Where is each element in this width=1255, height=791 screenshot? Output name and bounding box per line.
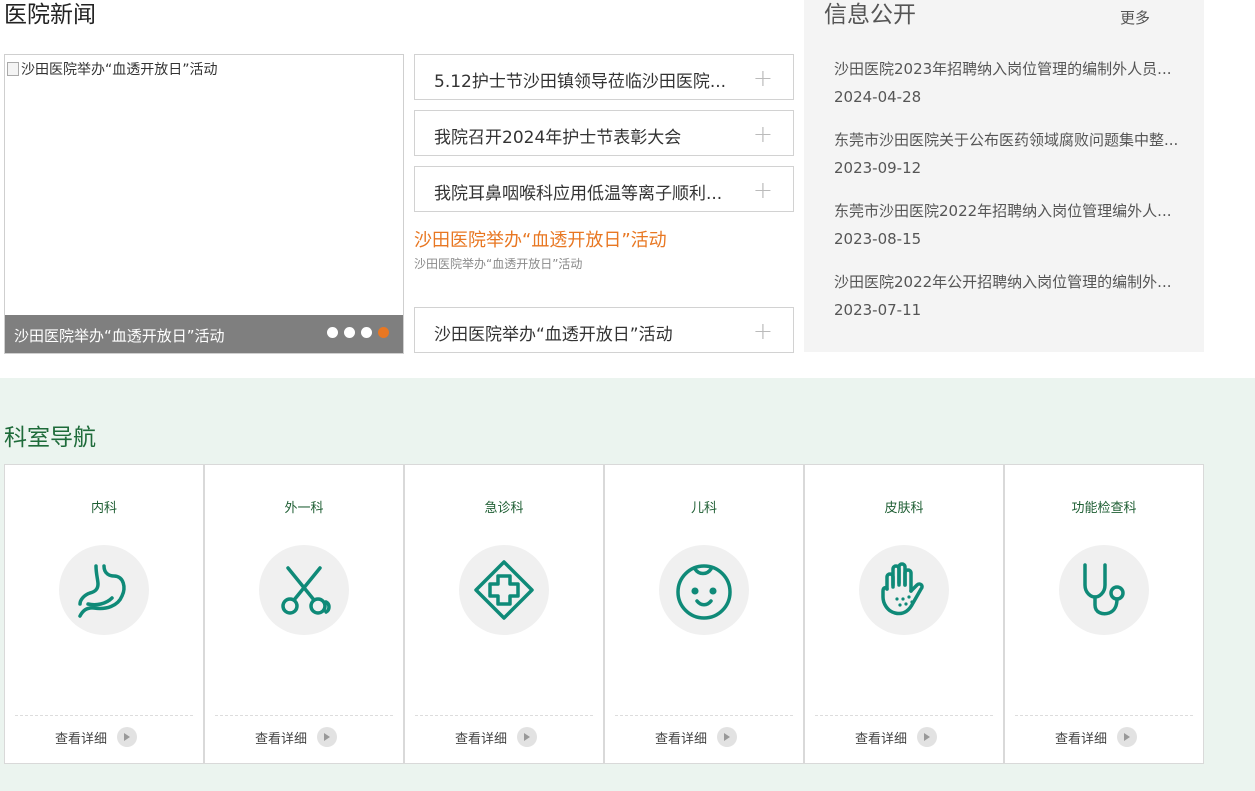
carousel-dot[interactable] <box>327 327 338 338</box>
featured-news-summary: 沙田医院举办“血透开放日”活动 <box>414 257 583 271</box>
department-name[interactable]: 功能检查科 <box>1005 497 1203 516</box>
department-card-dermatology[interactable]: 皮肤科 查看详细 <box>804 464 1004 764</box>
info-item-date: 2023-08-15 <box>834 230 922 248</box>
baby-face-icon[interactable] <box>659 545 749 635</box>
carousel-image-alt: 沙田医院举办“血透开放日”活动 <box>21 62 218 78</box>
card-divider <box>815 715 993 716</box>
info-panel-title: 信息公开 <box>824 2 916 28</box>
play-arrow-icon[interactable] <box>1117 727 1138 747</box>
department-nav-section: 科室导航 内科 查看详细 外一科 查看详细 急诊科 查看详细 儿科 查看详细 皮… <box>0 378 1255 791</box>
plus-icon[interactable]: + <box>753 178 773 202</box>
play-arrow-icon[interactable] <box>717 727 738 747</box>
broken-image-icon <box>7 62 19 76</box>
view-details-label[interactable]: 查看详细 <box>855 728 907 747</box>
view-details-link[interactable]: 查看详细 <box>55 727 138 747</box>
info-list-item[interactable]: 东莞市沙田医院2022年招聘纳入岗位管理编外人... 2023-08-15 <box>834 200 1198 248</box>
view-details-label[interactable]: 查看详细 <box>455 728 507 747</box>
department-name[interactable]: 外一科 <box>205 497 403 516</box>
news-item-title[interactable]: 沙田医院举办“血透开放日”活动 <box>434 320 673 345</box>
info-item-date: 2024-04-28 <box>834 88 922 106</box>
view-details-link[interactable]: 查看详细 <box>655 727 738 747</box>
department-card-internal[interactable]: 内科 查看详细 <box>4 464 204 764</box>
department-card-pediatrics[interactable]: 儿科 查看详细 <box>604 464 804 764</box>
info-item-title[interactable]: 沙田医院2023年招聘纳入岗位管理的编制外人员... <box>834 58 1198 79</box>
card-divider <box>15 715 193 716</box>
view-details-link[interactable]: 查看详细 <box>255 727 338 747</box>
carousel-image[interactable]: 沙田医院举办“血透开放日”活动 <box>7 59 218 79</box>
featured-news-title[interactable]: 沙田医院举办“血透开放日”活动 <box>414 226 667 252</box>
info-more-link[interactable]: 更多 <box>1120 7 1150 28</box>
stethoscope-icon[interactable] <box>1059 545 1149 635</box>
play-arrow-icon[interactable] <box>517 727 538 747</box>
news-carousel[interactable]: 沙田医院举办“血透开放日”活动 沙田医院举办“血透开放日”活动 <box>4 54 404 354</box>
view-details-label[interactable]: 查看详细 <box>655 728 707 747</box>
news-item-title[interactable]: 我院耳鼻咽喉科应用低温等离子顺利... <box>434 179 722 204</box>
carousel-dot-active[interactable] <box>378 327 389 338</box>
news-list-item[interactable]: 沙田医院举办“血透开放日”活动 + <box>414 307 794 353</box>
hand-skin-icon[interactable] <box>859 545 949 635</box>
info-list-item[interactable]: 东莞市沙田医院关于公布医药领域腐败问题集中整... 2023-09-12 <box>834 129 1198 177</box>
scissors-icon[interactable] <box>259 545 349 635</box>
view-details-link[interactable]: 查看详细 <box>855 727 938 747</box>
department-card-emergency[interactable]: 急诊科 查看详细 <box>404 464 604 764</box>
stomach-icon[interactable] <box>59 545 149 635</box>
news-list-item[interactable]: 我院耳鼻咽喉科应用低温等离子顺利... + <box>414 166 794 212</box>
play-arrow-icon[interactable] <box>917 727 938 747</box>
news-list-item[interactable]: 5.12护士节沙田镇领导莅临沙田医院... + <box>414 54 794 100</box>
view-details-label[interactable]: 查看详细 <box>255 728 307 747</box>
info-item-title[interactable]: 东莞市沙田医院2022年招聘纳入岗位管理编外人... <box>834 200 1198 221</box>
carousel-dot[interactable] <box>344 327 355 338</box>
play-arrow-icon[interactable] <box>317 727 338 747</box>
view-details-label[interactable]: 查看详细 <box>55 728 107 747</box>
view-details-link[interactable]: 查看详细 <box>455 727 538 747</box>
info-item-title[interactable]: 东莞市沙田医院关于公布医药领域腐败问题集中整... <box>834 129 1198 150</box>
department-name[interactable]: 儿科 <box>605 497 803 516</box>
carousel-dots <box>327 327 389 338</box>
news-item-title[interactable]: 5.12护士节沙田镇领导莅临沙田医院... <box>434 67 726 92</box>
department-name[interactable]: 皮肤科 <box>805 497 1003 516</box>
card-divider <box>1015 715 1193 716</box>
card-divider <box>215 715 393 716</box>
play-arrow-icon[interactable] <box>117 727 138 747</box>
card-divider <box>615 715 793 716</box>
plus-icon[interactable]: + <box>753 66 773 90</box>
carousel-caption-bar: 沙田医院举办“血透开放日”活动 <box>5 315 403 353</box>
carousel-dot[interactable] <box>361 327 372 338</box>
info-item-title[interactable]: 沙田医院2022年公开招聘纳入岗位管理的编制外... <box>834 271 1198 292</box>
department-nav-title: 科室导航 <box>4 425 96 451</box>
news-item-title[interactable]: 我院召开2024年护士节表彰大会 <box>434 123 681 148</box>
view-details-label[interactable]: 查看详细 <box>1055 728 1107 747</box>
plus-icon[interactable]: + <box>753 122 773 146</box>
department-card-function-test[interactable]: 功能检查科 查看详细 <box>1004 464 1204 764</box>
card-divider <box>415 715 593 716</box>
info-list-item[interactable]: 沙田医院2022年公开招聘纳入岗位管理的编制外... 2023-07-11 <box>834 271 1198 319</box>
view-details-link[interactable]: 查看详细 <box>1055 727 1138 747</box>
medical-cross-icon[interactable] <box>459 545 549 635</box>
news-list-item[interactable]: 我院召开2024年护士节表彰大会 + <box>414 110 794 156</box>
info-list-item[interactable]: 沙田医院2023年招聘纳入岗位管理的编制外人员... 2024-04-28 <box>834 58 1198 106</box>
department-card-surgery[interactable]: 外一科 查看详细 <box>204 464 404 764</box>
plus-icon[interactable]: + <box>753 319 773 343</box>
news-section-title: 医院新闻 <box>4 2 96 28</box>
carousel-caption[interactable]: 沙田医院举办“血透开放日”活动 <box>14 325 225 346</box>
info-item-date: 2023-09-12 <box>834 159 922 177</box>
department-name[interactable]: 内科 <box>5 497 203 516</box>
department-name[interactable]: 急诊科 <box>405 497 603 516</box>
info-item-date: 2023-07-11 <box>834 301 922 319</box>
info-disclosure-panel: 信息公开 更多 沙田医院2023年招聘纳入岗位管理的编制外人员... 2024-… <box>804 0 1204 352</box>
